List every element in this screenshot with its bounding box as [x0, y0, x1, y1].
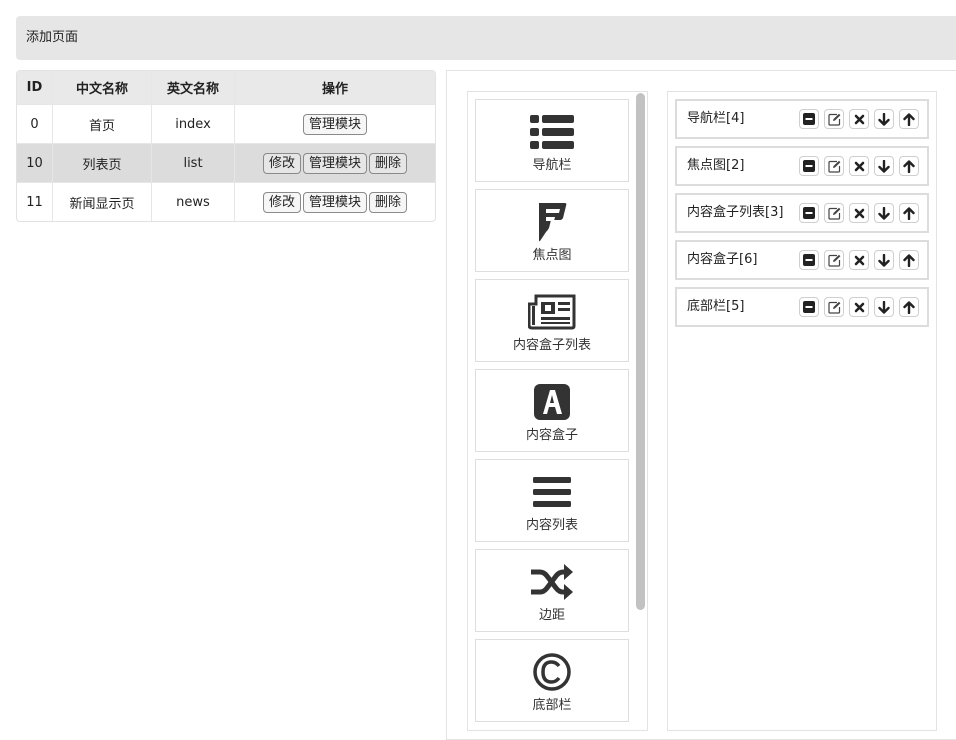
arrow-down-icon[interactable]	[874, 109, 894, 129]
palette-scrollbar[interactable]	[636, 93, 645, 610]
minus-icon[interactable]	[799, 297, 819, 317]
random-icon	[476, 560, 628, 604]
module-row: 内容盒子[6]	[675, 240, 929, 280]
arrow-up-icon[interactable]	[899, 297, 919, 317]
edit-icon[interactable]	[824, 297, 844, 317]
module-row: 内容盒子列表[3]	[675, 193, 929, 233]
minus-icon[interactable]	[799, 250, 819, 270]
page-module-list	[667, 91, 937, 731]
copyright-icon	[476, 650, 628, 694]
font-a-icon	[476, 380, 628, 424]
palette-item-margin[interactable]: 边距	[475, 549, 629, 632]
cell-ops: 修改 管理模块 删除	[235, 144, 435, 183]
palette-item-content-box[interactable]: 内容盒子	[475, 369, 629, 452]
remove-icon[interactable]	[849, 156, 869, 176]
module-row: 导航栏[4]	[675, 99, 929, 139]
palette-item-label: 导航栏	[532, 158, 572, 173]
palette-item-label: 边距	[538, 608, 565, 623]
col-header-id: ID	[17, 71, 53, 105]
newspaper-icon	[476, 290, 628, 334]
palette-item-label: 内容盒子列表	[512, 338, 591, 353]
module-row: 底部栏[5]	[675, 287, 929, 327]
cell-id: 0	[17, 105, 53, 144]
cell-ops: 管理模块	[235, 105, 435, 144]
palette-item-content-box-list[interactable]: 内容盒子列表	[475, 279, 629, 362]
delete-button[interactable]: 删除	[369, 191, 408, 213]
palette-item-label: 内容盒子	[525, 428, 578, 443]
arrow-up-icon[interactable]	[899, 109, 919, 129]
add-page-bar[interactable]: 添加页面	[16, 16, 956, 60]
palette-item-content-list[interactable]: 内容列表	[475, 459, 629, 542]
list-icon	[476, 110, 628, 154]
delete-button[interactable]: 删除	[369, 152, 408, 174]
arrow-down-icon[interactable]	[874, 203, 894, 223]
remove-icon[interactable]	[849, 250, 869, 270]
module-label: 内容盒子[6]	[687, 252, 758, 267]
table-row: 0 首页 index 管理模块	[17, 105, 435, 144]
arrow-down-icon[interactable]	[874, 156, 894, 176]
remove-icon[interactable]	[849, 297, 869, 317]
edit-icon[interactable]	[824, 250, 844, 270]
col-header-cn: 中文名称	[53, 71, 152, 105]
manage-modules-button[interactable]: 管理模块	[302, 152, 367, 174]
cell-id: 11	[17, 183, 53, 221]
palette-item-footer[interactable]: 底部栏	[475, 639, 629, 722]
cell-id: 10	[17, 144, 53, 183]
cell-cn-name: 列表页	[53, 144, 152, 183]
cell-en-name: news	[152, 183, 235, 221]
remove-icon[interactable]	[849, 109, 869, 129]
cell-cn-name: 新闻显示页	[53, 183, 152, 221]
table-row: 10 列表页 list 修改 管理模块 删除	[17, 144, 435, 183]
cell-en-name: list	[152, 144, 235, 183]
arrow-up-icon[interactable]	[899, 203, 919, 223]
cell-en-name: index	[152, 105, 235, 144]
palette-item-navbar[interactable]: 导航栏	[475, 99, 629, 182]
module-label: 内容盒子列表[3]	[687, 205, 784, 220]
minus-icon[interactable]	[799, 203, 819, 223]
cell-ops: 修改 管理模块 删除	[235, 183, 435, 221]
minus-icon[interactable]	[799, 109, 819, 129]
edit-icon[interactable]	[824, 109, 844, 129]
edit-icon[interactable]	[824, 156, 844, 176]
module-label: 焦点图[2]	[687, 158, 745, 173]
edit-icon[interactable]	[824, 203, 844, 223]
remove-icon[interactable]	[849, 203, 869, 223]
add-page-label: 添加页面	[26, 30, 79, 45]
palette-item-label: 焦点图	[532, 248, 572, 263]
module-row: 焦点图[2]	[675, 146, 929, 186]
minus-icon[interactable]	[799, 156, 819, 176]
col-header-en: 英文名称	[152, 71, 235, 105]
module-label: 底部栏[5]	[687, 299, 745, 314]
arrow-down-icon[interactable]	[874, 250, 894, 270]
edit-button[interactable]: 修改	[262, 152, 301, 174]
module-label: 导航栏[4]	[687, 111, 745, 126]
cell-cn-name: 首页	[53, 105, 152, 144]
arrow-up-icon[interactable]	[899, 156, 919, 176]
foursquare-icon	[476, 200, 628, 244]
table-row: 11 新闻显示页 news 修改 管理模块 删除	[17, 183, 435, 221]
col-header-ops: 操作	[235, 71, 435, 105]
palette-item-label: 底部栏	[532, 698, 572, 713]
manage-modules-button[interactable]: 管理模块	[302, 113, 367, 135]
palette-item-label: 内容列表	[525, 518, 578, 533]
bars-icon	[476, 470, 628, 514]
edit-button[interactable]: 修改	[262, 191, 301, 213]
manage-modules-button[interactable]: 管理模块	[302, 191, 367, 213]
page-table: ID 中文名称 英文名称 操作 0 首页 index 管理模块 10 列表页 l…	[16, 70, 436, 222]
arrow-down-icon[interactable]	[874, 297, 894, 317]
table-header-row: ID 中文名称 英文名称 操作	[17, 71, 435, 105]
palette-item-focus-image[interactable]: 焦点图	[475, 189, 629, 272]
arrow-up-icon[interactable]	[899, 250, 919, 270]
